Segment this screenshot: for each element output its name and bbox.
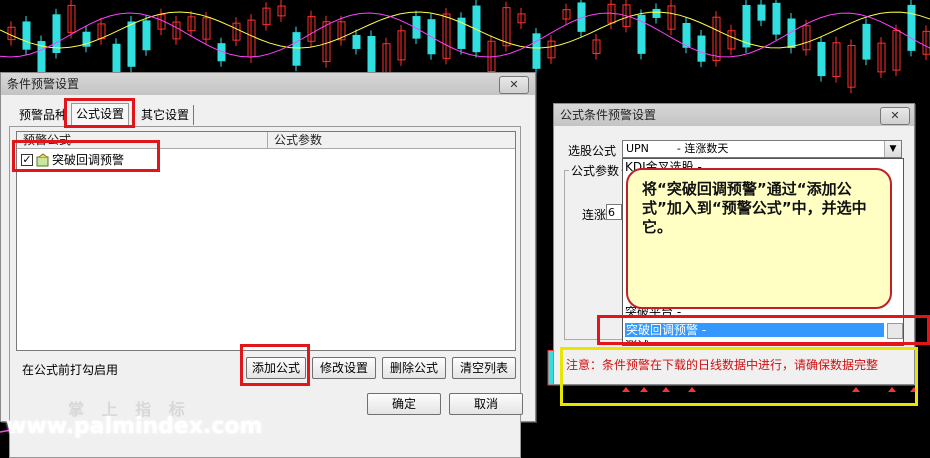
candle	[127, 21, 136, 67]
candle	[697, 35, 706, 62]
edit-settings-button[interactable]: 修改设置	[312, 357, 376, 379]
delete-formula-button[interactable]: 删除公式	[382, 357, 446, 379]
params-group: 公式参数	[564, 162, 630, 340]
tab-other-settings[interactable]: 其它设置	[137, 105, 195, 125]
candle	[862, 23, 871, 60]
dropdown-scrollbar[interactable]	[887, 323, 903, 339]
formula-select-value: UPN - 连涨数天	[626, 142, 729, 155]
clear-list-button[interactable]: 清空列表	[452, 357, 516, 379]
tab-symbols[interactable]: 预警品种	[15, 105, 75, 125]
alert-marker-icon	[910, 387, 918, 392]
alert-marker-icon	[688, 387, 696, 392]
alert-marker-icon	[888, 387, 896, 392]
tab-formula-settings[interactable]: 公式设置	[71, 103, 130, 126]
alert-settings-dialog: 条件预警设置 ✕ 预警品种 公式设置 其它设置 预警公式 公式参数 ✓ 突破回调…	[0, 72, 536, 458]
candle	[682, 23, 691, 48]
param-label: 连涨	[582, 208, 607, 222]
col-header-params[interactable]: 公式参数	[268, 132, 515, 148]
dropdown-item-test[interactable]: 测试	[625, 339, 649, 345]
candle	[757, 4, 766, 21]
enable-hint: 在公式前打勾启用	[22, 363, 119, 377]
formula-icon	[36, 153, 49, 167]
close-button[interactable]: ✕	[880, 107, 910, 125]
notice-text: 注意：条件预警在下载的日线数据中进行，请确保数据完整	[566, 358, 879, 372]
candle	[292, 32, 301, 66]
alert-marker-icon	[622, 387, 630, 392]
formula-select[interactable]: UPN - 连涨数天 ▼	[622, 140, 902, 158]
candle	[22, 21, 31, 50]
dialog-title: 条件预警设置	[1, 73, 535, 95]
alert-marker-icon	[852, 387, 860, 392]
instruction-callout: 将“突破回调预警”通过“添加公式”加入到“预警公式”中，并选中它。	[626, 168, 892, 309]
candle	[742, 4, 751, 48]
formula-name: 突破回调预警	[52, 153, 125, 167]
candle	[817, 41, 826, 77]
col-header-formula[interactable]: 预警公式	[17, 132, 267, 148]
table-row[interactable]: ✓ 突破回调预警	[21, 152, 321, 168]
watermark-url: www.palmindex.com	[6, 414, 263, 439]
add-formula-button[interactable]: 添加公式	[246, 357, 306, 379]
candle	[652, 8, 661, 18]
ok-button[interactable]: 确定	[367, 393, 441, 415]
close-button[interactable]: ✕	[499, 76, 529, 94]
params-group-label: 公式参数	[571, 164, 620, 178]
alert-marker-icon	[662, 387, 670, 392]
candle	[352, 34, 361, 49]
enable-checkbox[interactable]: ✓	[21, 154, 33, 166]
dialog-title: 公式条件预警设置	[554, 104, 914, 126]
chevron-down-icon[interactable]: ▼	[884, 141, 901, 157]
candle	[52, 14, 61, 53]
candle	[142, 20, 151, 51]
alert-marker-icon	[640, 387, 648, 392]
list-header: 预警公式 公式参数	[17, 132, 515, 149]
param-input[interactable]: 6	[606, 204, 622, 220]
candle	[532, 33, 541, 69]
candle	[907, 4, 916, 51]
select-formula-label: 选股公式	[568, 144, 617, 158]
formula-list[interactable]: 预警公式 公式参数 ✓ 突破回调预警	[16, 131, 516, 351]
dropdown-item-selected[interactable]: 突破回调预警 -	[625, 323, 884, 337]
candle	[772, 2, 781, 35]
cancel-button[interactable]: 取消	[449, 393, 523, 415]
